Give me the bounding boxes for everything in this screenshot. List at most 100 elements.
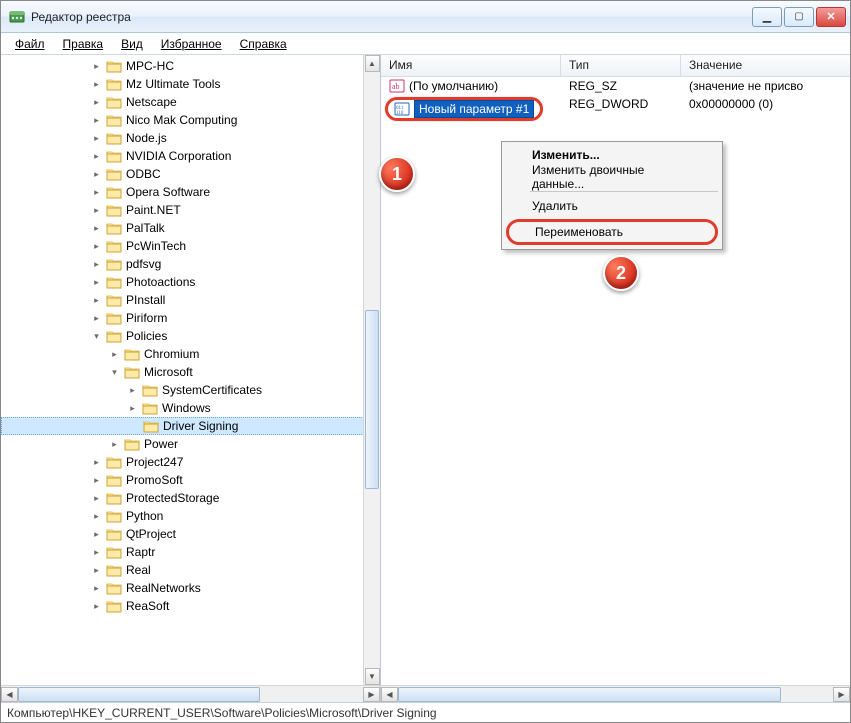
tree-node[interactable]: ▸SystemCertificates xyxy=(1,381,380,399)
value-data: 0x00000000 (0) xyxy=(681,97,850,111)
expand-icon[interactable]: ▸ xyxy=(91,583,102,594)
expand-icon[interactable]: ▸ xyxy=(91,169,102,180)
expand-icon[interactable]: ▸ xyxy=(91,223,102,234)
tree-node-label: PalTalk xyxy=(126,221,165,235)
tree-node[interactable]: ▸Real xyxy=(1,561,380,579)
tree-node[interactable]: ▸Project247 xyxy=(1,453,380,471)
tree-node[interactable]: ▸ PalTalk xyxy=(1,219,380,237)
tree-node[interactable]: ▸ Piriform xyxy=(1,309,380,327)
tree-node[interactable]: ▸ Paint.NET xyxy=(1,201,380,219)
string-value-icon: ab xyxy=(389,78,405,94)
context-menu-rename[interactable]: Переименовать xyxy=(535,225,623,239)
tree-node[interactable]: ▸Python xyxy=(1,507,380,525)
folder-icon xyxy=(106,257,122,271)
menu-file[interactable]: Файл xyxy=(7,35,53,53)
expand-icon[interactable]: ▸ xyxy=(91,295,102,306)
maximize-button[interactable] xyxy=(784,7,814,27)
tree-node-label: Piriform xyxy=(126,311,167,325)
value-name-edit-field[interactable]: Новый параметр #1 xyxy=(414,100,534,118)
tree-node[interactable]: ▸Mz Ultimate Tools xyxy=(1,75,380,93)
folder-icon xyxy=(106,329,122,343)
tree-node-label: Driver Signing xyxy=(163,419,238,433)
tree-node-label: QtProject xyxy=(126,527,176,541)
tree-node-label: Paint.NET xyxy=(126,203,181,217)
menu-favorites[interactable]: Избранное xyxy=(153,35,230,53)
expand-icon[interactable]: ▸ xyxy=(91,151,102,162)
tree-node[interactable]: ▸pdfsvg xyxy=(1,255,380,273)
expand-icon[interactable]: ▸ xyxy=(91,277,102,288)
expand-icon[interactable]: ▸ xyxy=(109,439,120,450)
folder-icon xyxy=(106,203,122,217)
expand-icon[interactable]: ▸ xyxy=(91,205,102,216)
expand-icon[interactable]: ▸ xyxy=(91,313,102,324)
expand-icon[interactable]: ▸ xyxy=(91,241,102,252)
value-type: REG_DWORD xyxy=(561,97,681,111)
tree-node[interactable]: ▸Netscape xyxy=(1,93,380,111)
menu-edit[interactable]: Правка xyxy=(55,35,112,53)
expand-icon[interactable]: ▸ xyxy=(91,97,102,108)
expand-icon[interactable]: ▸ xyxy=(91,457,102,468)
tree-node[interactable]: ▸ProtectedStorage xyxy=(1,489,380,507)
collapse-icon[interactable]: ▾ xyxy=(91,331,102,342)
menu-help[interactable]: Справка xyxy=(232,35,295,53)
tree-node[interactable]: ▸ODBC xyxy=(1,165,380,183)
expand-icon[interactable]: ▸ xyxy=(91,61,102,72)
menu-view[interactable]: Вид xyxy=(113,35,151,53)
tree-node[interactable]: ▸MPC-HC xyxy=(1,57,380,75)
expand-icon[interactable]: ▸ xyxy=(109,349,120,360)
registry-tree[interactable]: ▸MPC-HC▸Mz Ultimate Tools▸Netscape▸Nico … xyxy=(1,55,380,685)
folder-icon xyxy=(106,545,122,559)
tree-node[interactable]: ▾Policies xyxy=(1,327,380,345)
tree-node[interactable]: ▸Raptr xyxy=(1,543,380,561)
tree-node[interactable]: ▸NVIDIA Corporation xyxy=(1,147,380,165)
tree-node[interactable]: ▸PcWinTech xyxy=(1,237,380,255)
tree-node[interactable]: ▸PromoSoft xyxy=(1,471,380,489)
column-value[interactable]: Значение xyxy=(681,55,850,76)
column-type[interactable]: Тип xyxy=(561,55,681,76)
tree-node[interactable]: ▸Windows xyxy=(1,399,380,417)
folder-icon xyxy=(106,491,122,505)
expand-icon[interactable]: ▸ xyxy=(91,511,102,522)
menu-bar: Файл Правка Вид Избранное Справка xyxy=(1,33,850,55)
tree-node[interactable]: ▸ReaSoft xyxy=(1,597,380,615)
expand-icon[interactable]: ▸ xyxy=(127,385,138,396)
column-name[interactable]: Имя xyxy=(381,55,561,76)
expand-icon[interactable]: ▸ xyxy=(91,493,102,504)
tree-node[interactable]: ▸RealNetworks xyxy=(1,579,380,597)
minimize-button[interactable] xyxy=(752,7,782,27)
tree-node-label: Microsoft xyxy=(144,365,193,379)
expand-icon[interactable]: ▸ xyxy=(91,259,102,270)
annotation-badge-2: 2 xyxy=(603,255,639,291)
expand-icon[interactable]: ▸ xyxy=(91,547,102,558)
expand-icon[interactable]: ▸ xyxy=(91,187,102,198)
folder-icon xyxy=(106,455,122,469)
tree-node[interactable]: ▾ Microsoft xyxy=(1,363,380,381)
expand-icon[interactable]: ▸ xyxy=(91,475,102,486)
tree-node[interactable]: ▸Power xyxy=(1,435,380,453)
tree-vertical-scrollbar[interactable]: ▲ ▼ xyxy=(363,55,380,685)
tree-node-label: Photoactions xyxy=(126,275,195,289)
values-horizontal-scrollbar[interactable]: ◀ ▶ xyxy=(381,685,850,702)
tree-horizontal-scrollbar[interactable]: ◀ ▶ xyxy=(1,685,380,702)
expand-icon[interactable]: ▸ xyxy=(91,529,102,540)
value-row[interactable]: ab (По умолчанию) REG_SZ (значение не пр… xyxy=(381,77,850,95)
expand-icon[interactable]: ▸ xyxy=(91,601,102,612)
context-menu-delete[interactable]: Удалить xyxy=(504,195,720,217)
expand-icon[interactable]: ▸ xyxy=(91,115,102,126)
expand-icon[interactable]: ▸ xyxy=(91,565,102,576)
tree-node[interactable]: ▸Chromium xyxy=(1,345,380,363)
close-button[interactable] xyxy=(816,7,846,27)
tree-node[interactable]: ▸ Photoactions xyxy=(1,273,380,291)
tree-node[interactable]: ▸Node.js xyxy=(1,129,380,147)
expand-icon[interactable]: ▸ xyxy=(91,133,102,144)
tree-node[interactable]: ▸ QtProject xyxy=(1,525,380,543)
tree-node[interactable]: ▸Opera Software xyxy=(1,183,380,201)
context-menu-modify-binary[interactable]: Изменить двоичные данные... xyxy=(504,166,720,188)
tree-node[interactable]: Driver Signing xyxy=(1,417,380,435)
tree-node[interactable]: ▸PInstall xyxy=(1,291,380,309)
tree-node[interactable]: ▸Nico Mak Computing xyxy=(1,111,380,129)
expand-icon[interactable]: ▸ xyxy=(127,403,138,414)
window-controls xyxy=(750,7,846,27)
expand-icon[interactable]: ▸ xyxy=(91,79,102,90)
collapse-icon[interactable]: ▾ xyxy=(109,367,120,378)
